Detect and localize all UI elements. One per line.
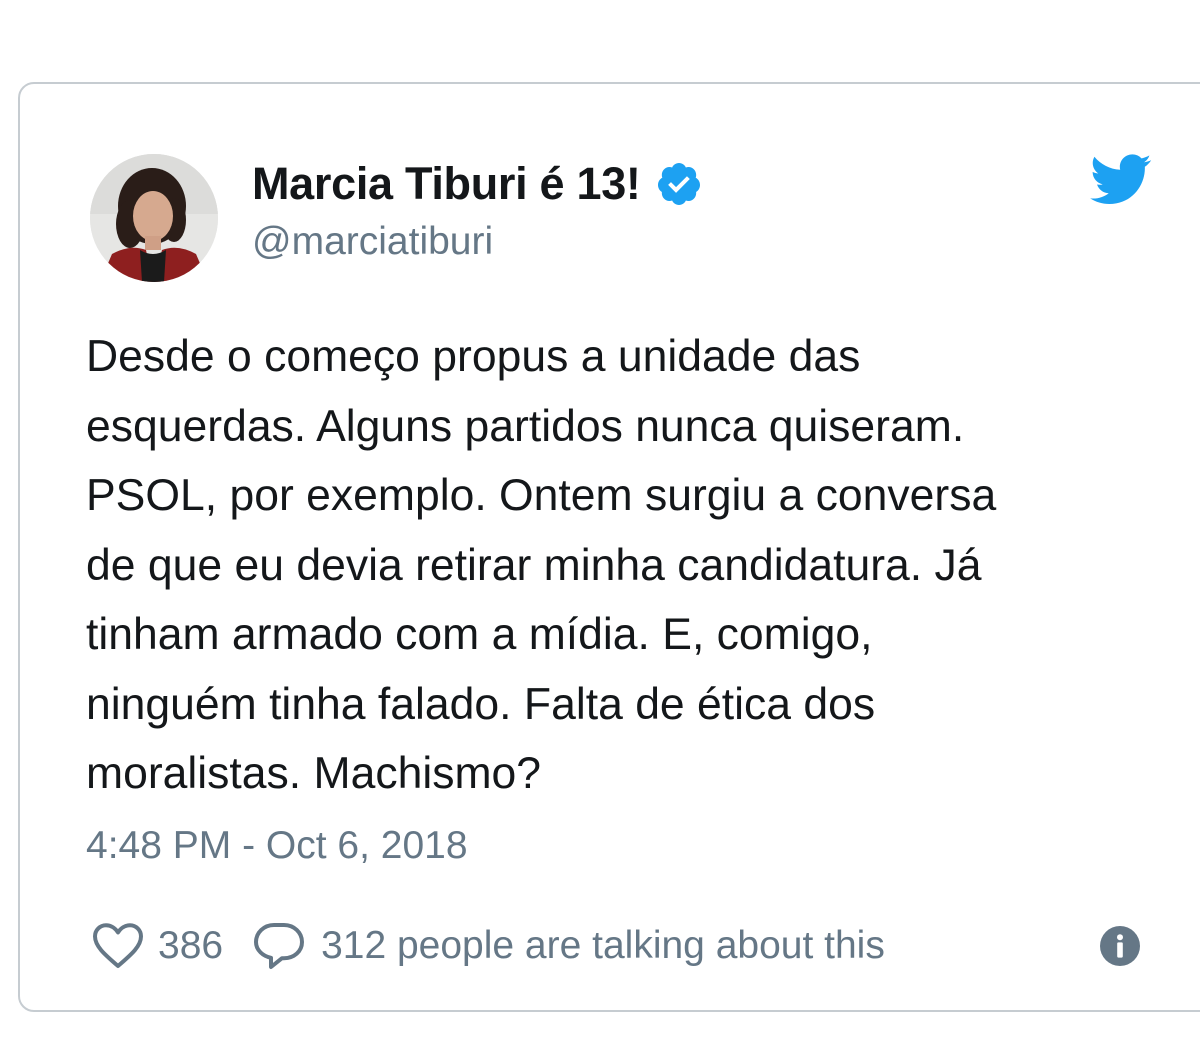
heart-icon (92, 922, 144, 970)
conversation-link[interactable]: 312 people are talking about this (253, 921, 885, 971)
author-handle[interactable]: @marciatiburi (252, 220, 493, 264)
tweet-text-line: de que eu devia retirar minha candidatur… (86, 540, 982, 590)
tweet-text-line: ninguém tinha falado. Falta de ética dos (86, 679, 876, 729)
comment-bubble-icon (253, 921, 305, 971)
author-row: Marcia Tiburi é 13! (252, 156, 703, 212)
display-name[interactable]: Marcia Tiburi é 13! (252, 158, 641, 210)
avatar[interactable] (90, 154, 218, 282)
verified-badge-icon (655, 160, 703, 208)
info-icon[interactable] (1100, 926, 1140, 966)
twitter-bird-icon[interactable] (1090, 154, 1152, 206)
avatar-image (90, 154, 218, 282)
tweet-text-line: PSOL, por exemplo. Ontem surgiu a conver… (86, 471, 997, 520)
tweet-card[interactable]: Marcia Tiburi é 13! @marciatiburi Desde … (18, 82, 1200, 1012)
tweet-timestamp[interactable]: 4:48 PM - Oct 6, 2018 (86, 824, 468, 868)
like-count: 386 (158, 924, 224, 967)
tweet-text-line: Desde o começo propus a unidade das (86, 332, 861, 381)
tweet-actions: 386 312 people are talking about this (92, 916, 885, 976)
tweet-text: Desde o começo propus a unidade das esqu… (86, 322, 1136, 809)
tweet-text-line: esquerdas. Alguns partidos nunca quisera… (86, 401, 965, 451)
talking-count-text: 312 people are talking about this (321, 924, 885, 967)
tweet-text-line: tinham armado com a mídia. E, comigo, (86, 610, 873, 659)
like-button[interactable]: 386 (92, 922, 223, 970)
tweet-text-line: moralistas. Machismo? (86, 749, 542, 798)
